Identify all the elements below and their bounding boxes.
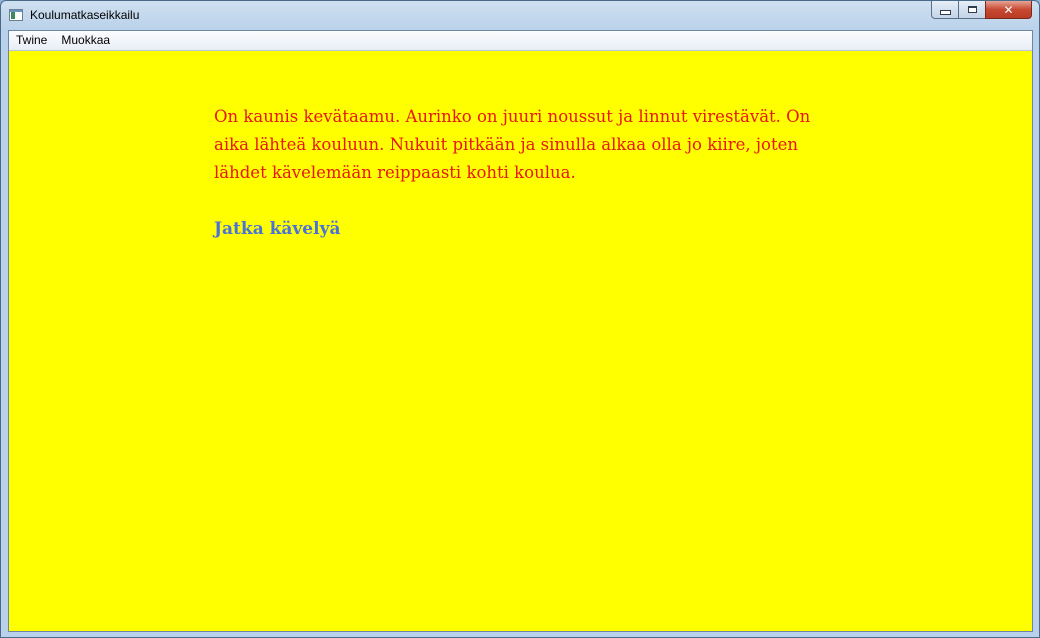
close-button[interactable]: ✕: [985, 1, 1032, 19]
caption-buttons: ✕: [931, 1, 1032, 20]
continue-walking-link[interactable]: Jatka kävelyä: [214, 215, 340, 243]
maximize-icon: [967, 6, 977, 13]
client-area: Twine Muokkaa On kaunis kevätaamu. Aurin…: [8, 30, 1033, 632]
maximize-button[interactable]: [958, 1, 985, 19]
menu-twine[interactable]: Twine: [9, 31, 54, 50]
title-bar[interactable]: Koulumatkaseikkailu ✕: [1, 1, 1039, 30]
passage-text: On kaunis kevätaamu. Aurinko on juuri no…: [214, 107, 811, 182]
story-passage-area: On kaunis kevätaamu. Aurinko on juuri no…: [9, 51, 1032, 631]
close-icon: ✕: [1003, 2, 1014, 17]
app-window: Koulumatkaseikkailu ✕ Twine Muokkaa On k…: [0, 0, 1040, 638]
app-icon[interactable]: [9, 9, 23, 21]
menu-muokkaa[interactable]: Muokkaa: [54, 31, 117, 50]
menu-bar: Twine Muokkaa: [9, 31, 1032, 51]
window-title: Koulumatkaseikkailu: [30, 8, 140, 22]
minimize-button[interactable]: [931, 1, 958, 19]
minimize-icon: [939, 10, 951, 15]
